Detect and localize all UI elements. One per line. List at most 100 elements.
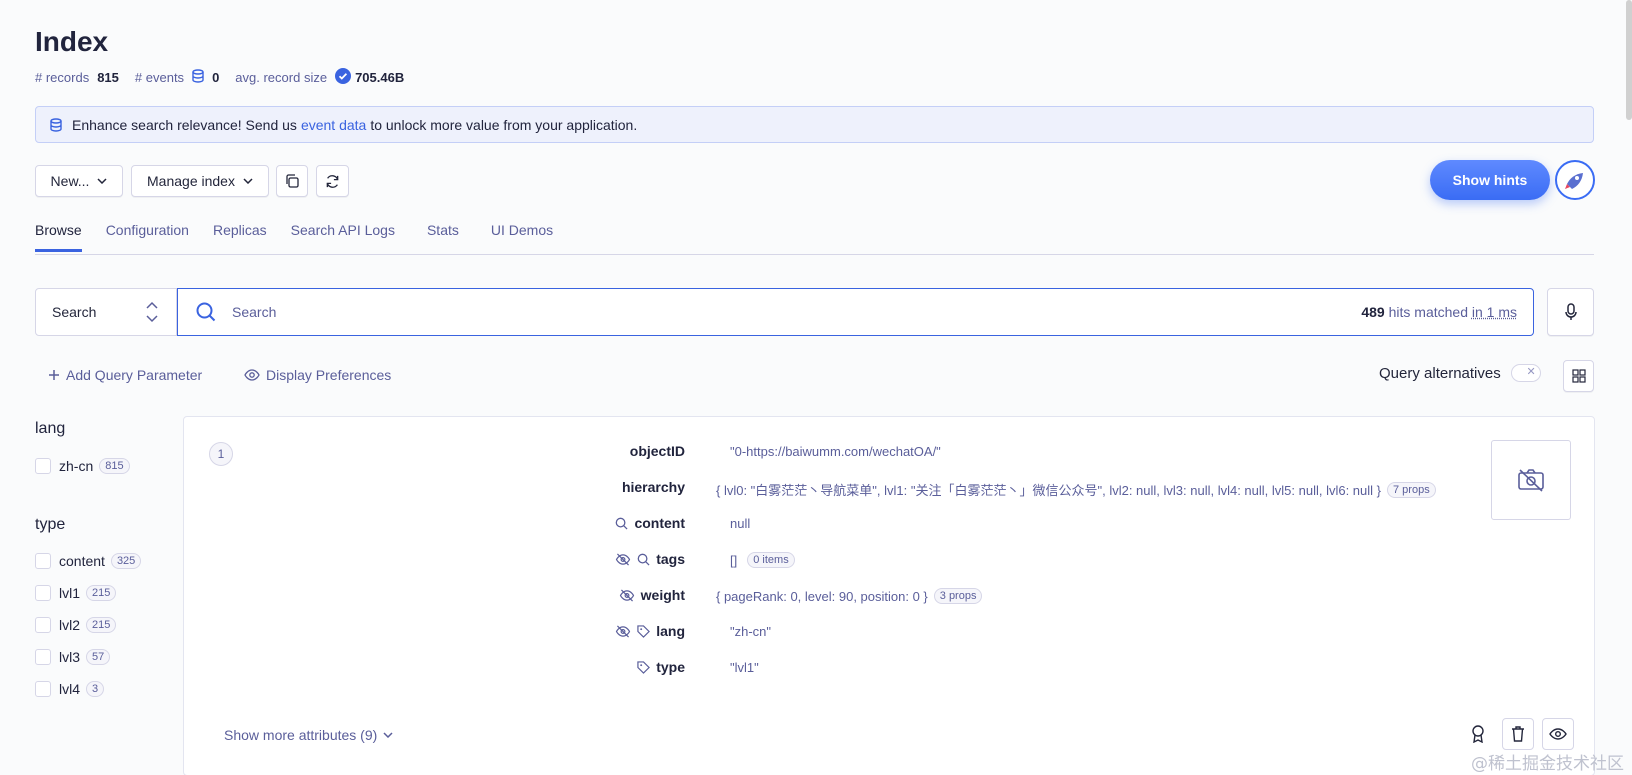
avg-size-label: avg. record size	[235, 70, 327, 85]
query-alternatives-toggle[interactable]: ✕	[1511, 364, 1541, 382]
voice-search-button[interactable]	[1547, 288, 1594, 336]
facet-item[interactable]: lvl4 3	[35, 681, 104, 697]
attribute-key-label: lang	[656, 623, 685, 639]
eye-off-icon	[615, 553, 631, 566]
grid-icon	[1572, 369, 1586, 383]
search-icon	[196, 302, 216, 322]
chevron-down-icon	[97, 178, 107, 184]
trash-icon	[1511, 726, 1525, 742]
facet-count: 3	[86, 681, 104, 697]
tab-search-api-logs[interactable]: Search API Logs	[291, 222, 395, 252]
page-scrollbar[interactable]	[1626, 0, 1632, 120]
facet-item[interactable]: lvl1 215	[35, 585, 116, 601]
event-data-link[interactable]: event data	[301, 117, 366, 133]
attribute-value-text: []	[730, 553, 737, 568]
check-circle-icon	[335, 68, 351, 87]
eye-icon	[244, 369, 260, 381]
props-count-pill: 3 props	[934, 588, 983, 604]
attribute-value-tags[interactable]: [] 0 items	[730, 552, 795, 568]
index-stats: # records 815 # events 0 avg. record siz…	[35, 68, 420, 87]
show-hints-button[interactable]: Show hints	[1430, 160, 1550, 200]
new-button[interactable]: New...	[35, 165, 123, 197]
search-mode-select[interactable]: Search	[35, 288, 177, 336]
manage-index-button[interactable]: Manage index	[131, 165, 269, 197]
refresh-button[interactable]	[316, 165, 349, 197]
attribute-value-content: null	[730, 516, 750, 531]
tab-configuration[interactable]: Configuration	[106, 222, 189, 252]
avatar[interactable]	[1555, 160, 1595, 200]
attribute-key-content: content	[615, 515, 685, 531]
attribute-key-label: objectID	[630, 443, 685, 459]
database-icon	[192, 69, 204, 86]
facet-checkbox[interactable]	[35, 458, 51, 474]
delete-button[interactable]	[1502, 718, 1534, 750]
view-record-button[interactable]	[1542, 718, 1574, 750]
attribute-value-type: "lvl1"	[730, 660, 759, 675]
facet-checkbox[interactable]	[35, 553, 51, 569]
hits-text: hits matched	[1389, 304, 1468, 320]
facet-count: 215	[86, 617, 116, 633]
plus-icon	[48, 369, 60, 381]
facet-title-type: type	[35, 516, 65, 534]
query-alternatives-label: Query alternatives	[1379, 365, 1501, 382]
events-value: 0	[212, 70, 219, 85]
processing-time: in 1 ms	[1472, 304, 1517, 320]
attribute-value-objectid: "0-https://baiwumm.com/wechatOA/"	[730, 444, 941, 459]
facet-item[interactable]: lvl2 215	[35, 617, 116, 633]
events-label: # events	[135, 70, 184, 85]
copy-button[interactable]	[276, 165, 308, 197]
tab-ui-demos[interactable]: UI Demos	[491, 222, 553, 252]
tab-browse[interactable]: Browse	[35, 222, 82, 252]
records-value: 815	[97, 70, 119, 85]
banner-text-before: Enhance search relevance! Send us	[72, 117, 297, 133]
attribute-value-hierarchy[interactable]: { lvl0: "白雾茫茫丶导航菜单", lvl1: "关注「白雾茫茫丶」微信公…	[716, 480, 1436, 499]
show-more-label: Show more attributes (9)	[224, 727, 377, 743]
page-title: Index	[35, 26, 108, 58]
tab-stats[interactable]: Stats	[427, 222, 459, 252]
facet-count: 325	[111, 553, 141, 569]
search-icon	[615, 517, 628, 530]
facet-label: lvl2	[59, 617, 80, 633]
facet-item[interactable]: lvl3 57	[35, 649, 110, 665]
show-more-attributes-button[interactable]: Show more attributes (9)	[224, 727, 393, 743]
rocket-icon	[1563, 168, 1587, 192]
no-image-icon	[1517, 468, 1545, 492]
attribute-value-lang: "zh-cn"	[730, 624, 771, 639]
promote-button[interactable]	[1462, 718, 1494, 750]
display-preferences-button[interactable]: Display Preferences	[244, 367, 391, 383]
facet-label: lvl4	[59, 681, 80, 697]
attribute-key-tags: tags	[615, 551, 685, 567]
attribute-key-label: weight	[641, 587, 685, 603]
eye-icon	[1549, 728, 1567, 740]
facet-checkbox[interactable]	[35, 585, 51, 601]
grid-view-button[interactable]	[1563, 360, 1594, 392]
facet-label: lvl1	[59, 585, 80, 601]
facet-count: 215	[86, 585, 116, 601]
search-icon	[637, 553, 650, 566]
search-mode-label: Search	[52, 304, 96, 320]
banner-text-after: to unlock more value from your applicati…	[370, 117, 637, 133]
tag-icon	[637, 625, 650, 638]
manage-index-label: Manage index	[147, 173, 235, 189]
refresh-icon	[325, 174, 340, 189]
tag-icon	[637, 661, 650, 674]
eye-off-icon	[615, 625, 631, 638]
facet-label: content	[59, 553, 105, 569]
tab-replicas[interactable]: Replicas	[213, 222, 267, 252]
attribute-value-text: "0-https://baiwumm.com/wechatOA/"	[730, 444, 941, 459]
attribute-key-weight: weight	[619, 587, 685, 603]
chevron-down-icon	[243, 178, 253, 184]
add-query-parameter-button[interactable]: Add Query Parameter	[48, 367, 202, 383]
attribute-value-text: "zh-cn"	[730, 624, 771, 639]
facet-item[interactable]: content 325	[35, 553, 141, 569]
attribute-key-label: content	[634, 515, 685, 531]
facet-checkbox[interactable]	[35, 649, 51, 665]
attribute-value-weight[interactable]: { pageRank: 0, level: 90, position: 0 } …	[716, 588, 982, 604]
search-input[interactable]: Search 489 hits matched in 1 ms	[177, 288, 1534, 336]
facet-checkbox[interactable]	[35, 681, 51, 697]
hits-summary: 489 hits matched in 1 ms	[1361, 304, 1517, 320]
record-rank: 1	[209, 442, 233, 466]
facet-checkbox[interactable]	[35, 617, 51, 633]
add-query-parameter-label: Add Query Parameter	[66, 367, 202, 383]
facet-item[interactable]: zh-cn 815	[35, 458, 130, 474]
